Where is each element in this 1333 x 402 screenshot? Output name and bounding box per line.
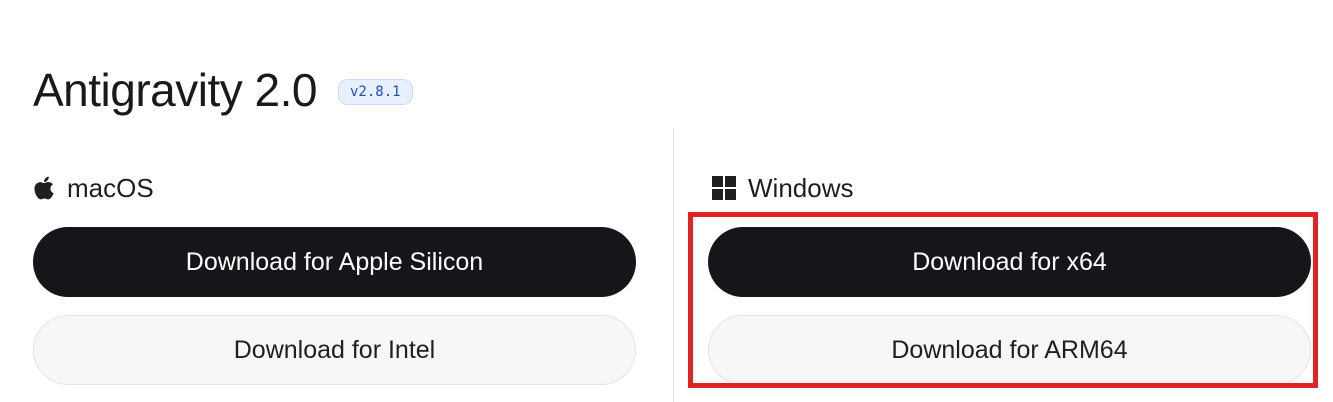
macos-heading: macOS <box>33 173 154 203</box>
download-arm64-button[interactable]: Download for ARM64 <box>708 315 1311 385</box>
version-badge: v2.8.1 <box>337 79 413 105</box>
windows-label: Windows <box>748 172 854 203</box>
page-header: Antigravity 2.0 v2.8.1 <box>33 58 413 122</box>
macos-label: macOS <box>67 172 154 203</box>
windows-icon <box>712 176 736 200</box>
download-x64-button[interactable]: Download for x64 <box>708 227 1311 297</box>
app-title: Antigravity 2.0 <box>33 64 317 116</box>
download-intel-button[interactable]: Download for Intel <box>33 315 636 385</box>
windows-heading: Windows <box>712 173 853 203</box>
download-apple-silicon-button[interactable]: Download for Apple Silicon <box>33 227 636 297</box>
apple-icon <box>33 175 55 201</box>
column-divider <box>673 128 674 402</box>
